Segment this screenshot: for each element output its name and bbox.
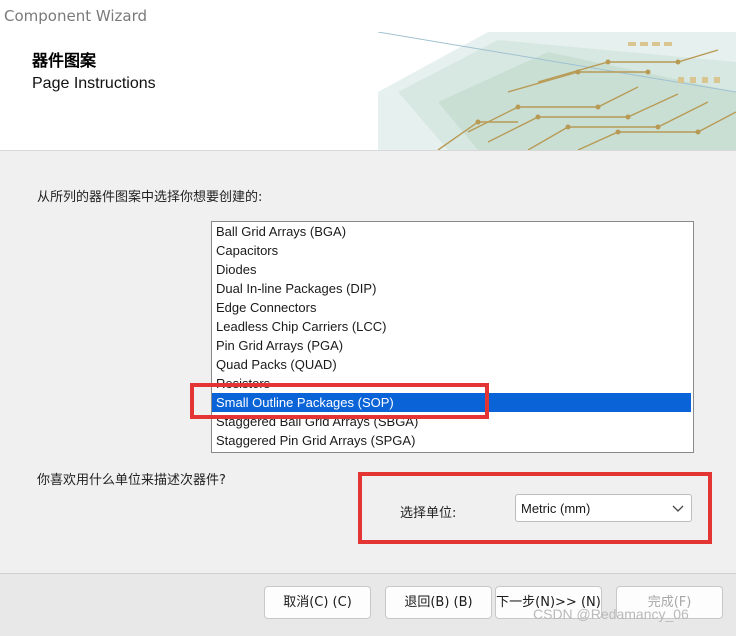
back-button[interactable]: 退回(B) (B) <box>385 586 492 619</box>
list-item-sop[interactable]: Small Outline Packages (SOP) <box>212 393 691 412</box>
wizard-header: 器件图案 Page Instructions <box>0 32 736 151</box>
pcb-banner-image <box>378 32 736 150</box>
list-item-diodes[interactable]: Diodes <box>212 260 691 279</box>
list-item-dip[interactable]: Dual In-line Packages (DIP) <box>212 279 691 298</box>
csdn-watermark: CSDN @Redamancy_06 <box>533 606 689 622</box>
list-item-lcc[interactable]: Leadless Chip Carriers (LCC) <box>212 317 691 336</box>
list-item-resistors[interactable]: Resistors <box>212 374 691 393</box>
list-item-spga[interactable]: Staggered Pin Grid Arrays (SPGA) <box>212 431 691 450</box>
title-bar: Component Wizard <box>0 0 736 32</box>
list-item-edge-connectors[interactable]: Edge Connectors <box>212 298 691 317</box>
list-item-sbga[interactable]: Staggered Ball Grid Arrays (SBGA) <box>212 412 691 431</box>
list-item-capacitors[interactable]: Capacitors <box>212 241 691 260</box>
pattern-prompt: 从所列的器件图案中选择你想要创建的: <box>37 190 263 205</box>
unit-select-value: Metric (mm) <box>521 501 591 516</box>
list-item-pga[interactable]: Pin Grid Arrays (PGA) <box>212 336 691 355</box>
list-item-quad[interactable]: Quad Packs (QUAD) <box>212 355 691 374</box>
window-title: Component Wizard <box>4 7 148 25</box>
unit-select[interactable]: Metric (mm) <box>515 494 692 522</box>
page-title: 器件图案 <box>32 51 97 70</box>
page-subtitle: Page Instructions <box>32 75 156 92</box>
unit-prompt: 你喜欢用什么单位来描述次器件? <box>37 473 226 488</box>
component-wizard-window: Component Wizard 器件图案 Page Instructions <box>0 0 736 636</box>
unit-label: 选择单位: <box>400 506 457 521</box>
cancel-button[interactable]: 取消(C) (C) <box>264 586 371 619</box>
list-item-bga[interactable]: Ball Grid Arrays (BGA) <box>212 222 691 241</box>
pattern-listbox[interactable]: Ball Grid Arrays (BGA) Capacitors Diodes… <box>211 221 694 453</box>
chevron-down-icon <box>672 505 684 512</box>
